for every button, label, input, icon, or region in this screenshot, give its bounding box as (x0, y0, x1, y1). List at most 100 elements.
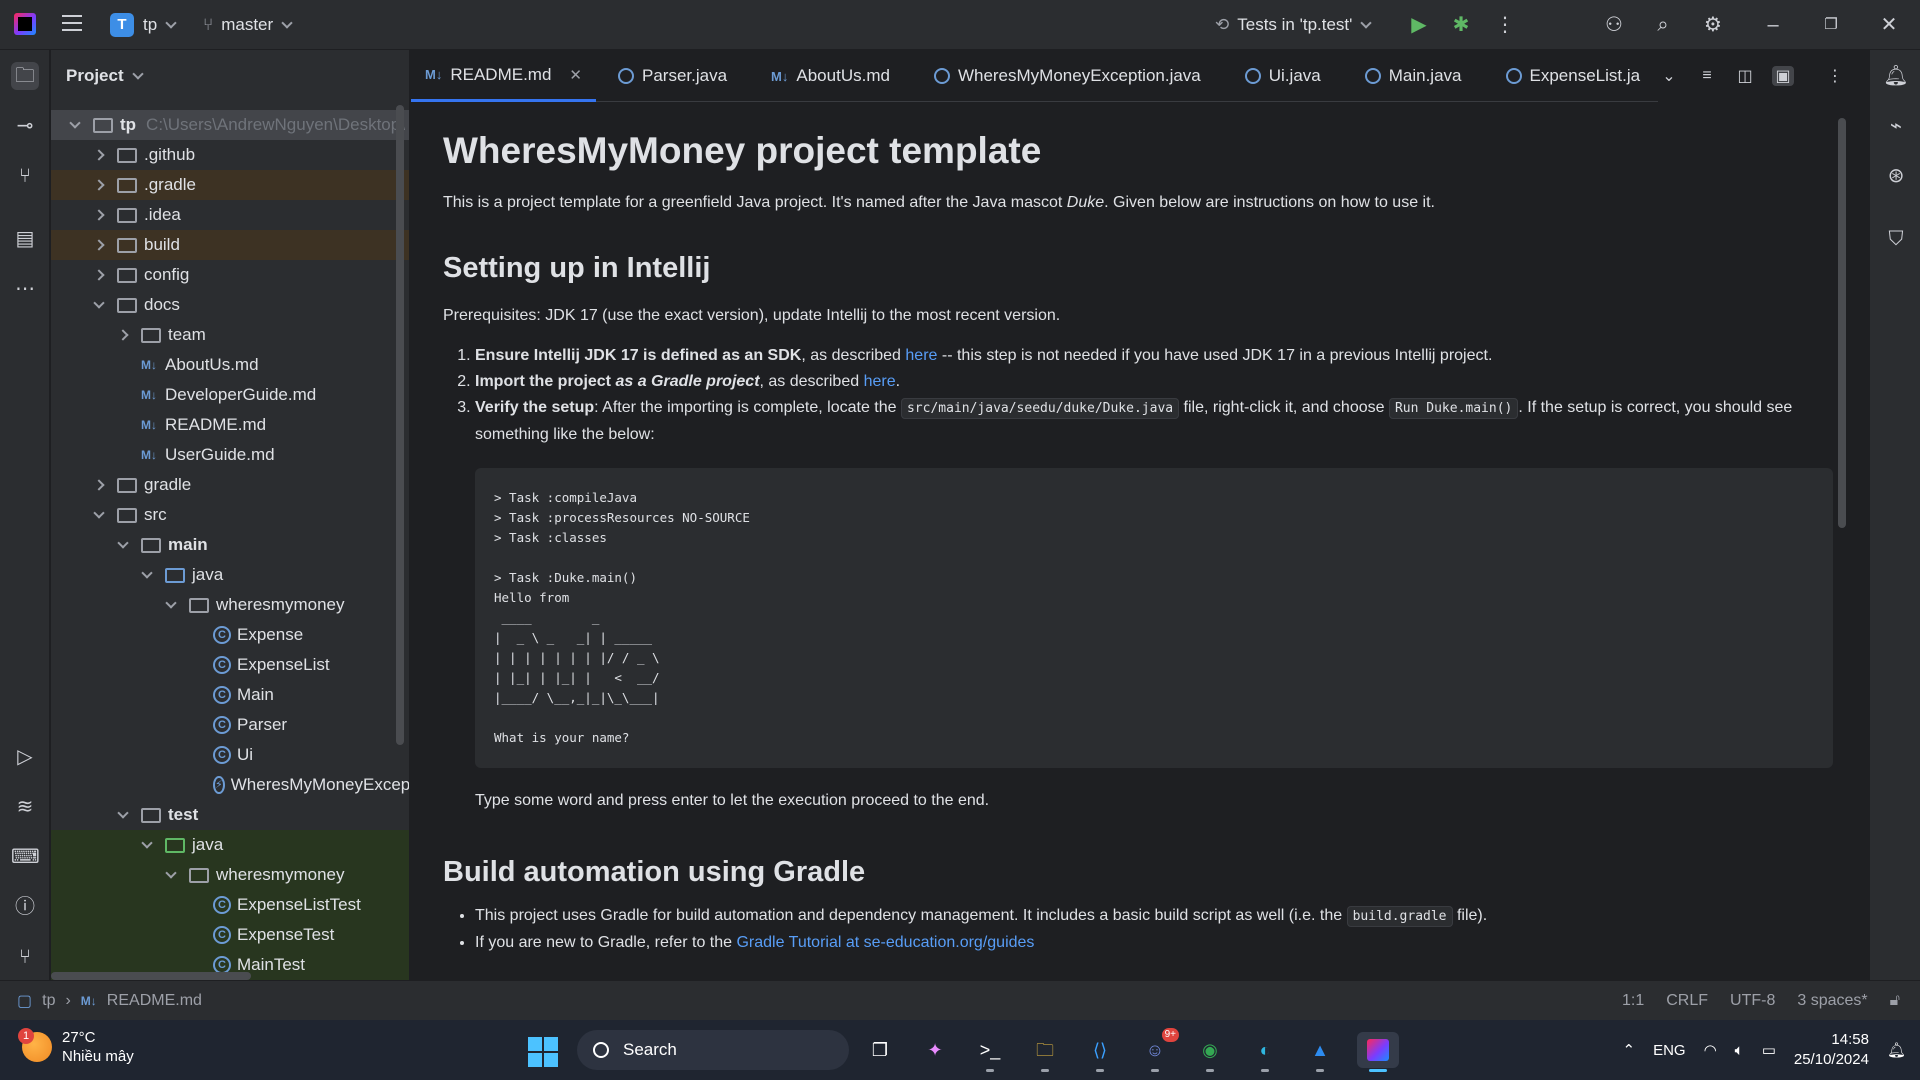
more-tools-icon[interactable]: ⋯ (11, 275, 39, 303)
project-selector[interactable]: tp (143, 0, 177, 50)
more-options-icon[interactable]: ⋮ (1824, 66, 1846, 86)
tree-item-parser[interactable]: C Parser (51, 710, 409, 740)
tree-item-expenselisttest[interactable]: C ExpenseListTest (51, 890, 409, 920)
tab-aboutus[interactable]: M↓ AboutUs.md (749, 50, 912, 102)
tree-item-gradle[interactable]: gradle (51, 470, 409, 500)
lock-icon[interactable]: 🔓︎ (1890, 992, 1900, 1010)
tree-item-test[interactable]: test (51, 800, 409, 830)
expand-arrow-icon[interactable] (69, 116, 81, 129)
tree-item-expense[interactable]: C Expense (51, 620, 409, 650)
taskbar-search[interactable]: Search (577, 1030, 849, 1070)
tree-item-aboutus[interactable]: M↓ AboutUs.md (51, 350, 409, 380)
input-language[interactable]: ENG (1653, 1042, 1686, 1059)
clock[interactable]: 14:58 25/10/2024 (1794, 1030, 1869, 1070)
caret-position[interactable]: 1:1 (1622, 992, 1644, 1010)
tree-vertical-scrollbar[interactable] (396, 105, 404, 745)
show-hidden-icons-chevron-icon[interactable]: ⌃ (1622, 1041, 1635, 1059)
shield-check-icon[interactable]: ⛉ (1882, 225, 1910, 253)
collapse-arrow-icon[interactable] (165, 596, 177, 609)
photos-app-icon[interactable]: ▲ (1302, 1032, 1338, 1072)
intellij-taskbar-icon[interactable] (1357, 1032, 1399, 1072)
file-encoding[interactable]: UTF-8 (1730, 992, 1775, 1010)
chevron-down-icon[interactable]: ⌄ (1658, 66, 1680, 86)
volume-icon[interactable]: 🔈︎ (1735, 1042, 1744, 1059)
here-link[interactable]: here (864, 373, 896, 390)
collapse-arrow-icon[interactable] (141, 566, 153, 579)
terminal-icon[interactable]: ⌨ (11, 843, 40, 871)
breadcrumb-file[interactable]: README.md (107, 992, 202, 1010)
tree-item-expensetest[interactable]: C ExpenseTest (51, 920, 409, 950)
gradle-tutorial-link[interactable]: Gradle Tutorial at se-education.org/guid… (736, 934, 1034, 951)
layers-icon[interactable]: ≋ (11, 793, 39, 821)
tree-item-github[interactable]: .github (51, 140, 409, 170)
tree-item-expenselist[interactable]: C ExpenseList (51, 650, 409, 680)
tree-item-build[interactable]: build (51, 230, 409, 260)
discord-icon[interactable]: ☺ 9+ (1137, 1028, 1179, 1072)
tree-item-main-package[interactable]: wheresmymoney (51, 590, 409, 620)
tree-horizontal-scrollbar[interactable] (51, 972, 251, 980)
here-link[interactable]: here (905, 347, 937, 364)
commit-icon[interactable]: ⊸ (11, 112, 39, 140)
tab-parser[interactable]: Parser.java (596, 50, 749, 102)
weather-widget[interactable]: 1 27°C Nhiều mây (18, 1028, 134, 1066)
tree-item-exception[interactable]: ⚡ WheresMyMoneyException (51, 770, 409, 800)
project-folder-icon[interactable]: 🗀 (11, 62, 39, 90)
copilot-icon[interactable]: ⊛ (1882, 162, 1910, 190)
debug-icon[interactable]: ✱ (1448, 12, 1474, 38)
notifications-bell-icon[interactable]: 🔔︎ (1882, 62, 1910, 90)
file-explorer-icon[interactable]: 🗀 (1027, 1032, 1063, 1072)
notification-bell-icon[interactable]: 🔔︎ (1887, 1041, 1906, 1059)
collapse-arrow-icon[interactable] (165, 866, 177, 879)
tree-item-src[interactable]: src (51, 500, 409, 530)
collapse-arrow-icon[interactable] (117, 806, 129, 819)
collapse-arrow-icon[interactable] (117, 536, 129, 549)
vscode-icon[interactable]: ⟨⟩ (1082, 1032, 1118, 1072)
tab-readme[interactable]: M↓ README.md ✕ (411, 50, 596, 102)
expand-arrow-icon[interactable] (117, 329, 129, 341)
terminal-app-icon[interactable]: >_ (972, 1032, 1008, 1072)
run-configuration-selector[interactable]: ⟲ Tests in 'tp.test' (1215, 0, 1373, 50)
tree-item-idea[interactable]: .idea (51, 200, 409, 230)
tree-item-team[interactable]: team (51, 320, 409, 350)
more-actions-icon[interactable]: ⋮ (1492, 12, 1518, 38)
tree-item-ui[interactable]: C Ui (51, 740, 409, 770)
indent-setting[interactable]: 3 spaces* (1797, 992, 1867, 1010)
editor-vertical-scrollbar[interactable] (1838, 118, 1846, 528)
tree-item-userguide[interactable]: M↓ UserGuide.md (51, 440, 409, 470)
run-icon[interactable]: ▶ (1406, 12, 1432, 38)
tree-item-readme[interactable]: M↓ README.md (51, 410, 409, 440)
settings-gear-icon[interactable]: ⚙ (1700, 12, 1726, 38)
chrome-icon[interactable]: ◉ (1192, 1032, 1228, 1072)
expand-arrow-icon[interactable] (93, 479, 105, 491)
tree-item-config[interactable]: config (51, 260, 409, 290)
line-separator[interactable]: CRLF (1666, 992, 1708, 1010)
copilot-app-icon[interactable]: ✦ (917, 1032, 953, 1068)
git-icon[interactable]: ⑂ (11, 943, 39, 971)
tab-main[interactable]: Main.java (1343, 50, 1484, 102)
split-view-icon[interactable]: ◫ (1734, 66, 1756, 86)
tree-root[interactable]: tp C:\Users\AndrewNguyen\Desktop\ (51, 110, 409, 140)
intellij-logo-icon[interactable] (14, 13, 36, 35)
windows-start-icon[interactable] (528, 1037, 558, 1067)
tree-item-gradle-cache[interactable]: .gradle (51, 170, 409, 200)
tree-item-test-package[interactable]: wheresmymoney (51, 860, 409, 890)
preview-only-icon[interactable]: ▣ (1772, 66, 1794, 86)
project-view-header[interactable]: Project (51, 50, 409, 102)
expand-arrow-icon[interactable] (93, 269, 105, 281)
ai-assistant-icon[interactable]: ⌁ (1882, 112, 1910, 140)
expand-arrow-icon[interactable] (93, 179, 105, 191)
collapse-arrow-icon[interactable] (141, 836, 153, 849)
close-tab-icon[interactable]: ✕ (569, 66, 582, 84)
restore-icon[interactable]: ❐ (1818, 12, 1844, 38)
collapse-arrow-icon[interactable] (93, 506, 105, 519)
tab-expenselist[interactable]: ExpenseList.ja (1484, 50, 1663, 102)
wifi-icon[interactable]: ◠ (1704, 1041, 1717, 1059)
battery-icon[interactable]: ▭ (1762, 1041, 1776, 1059)
task-view-icon[interactable]: ❐ (862, 1032, 898, 1068)
breadcrumb-project[interactable]: tp (42, 992, 55, 1010)
tree-item-main-java[interactable]: java (51, 560, 409, 590)
edge-icon[interactable]: ◐ (1247, 1032, 1283, 1072)
minimize-icon[interactable]: – (1760, 12, 1786, 38)
project-badge[interactable]: T (110, 13, 134, 37)
tree-item-developerguide[interactable]: M↓ DeveloperGuide.md (51, 380, 409, 410)
